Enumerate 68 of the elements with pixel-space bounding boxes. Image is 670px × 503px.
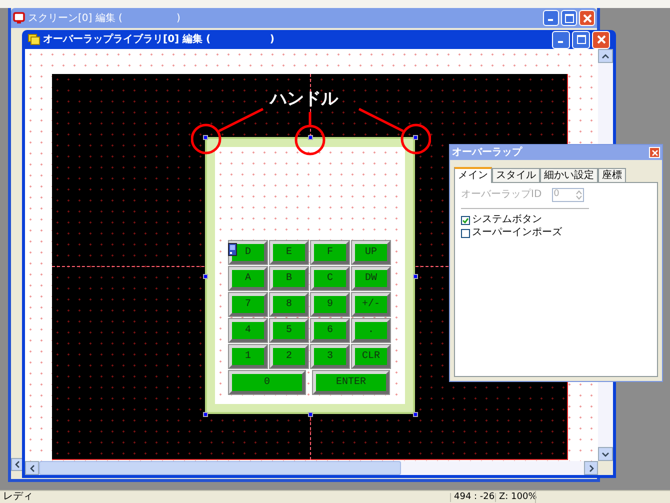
dialog-tab[interactable]: 座標 [598,168,626,182]
resize-handle[interactable] [308,412,313,417]
dialog-tab[interactable]: スタイル [492,168,540,182]
resize-handle[interactable] [308,135,313,140]
key-button[interactable]: E [270,241,308,264]
scroll-up-button[interactable] [598,49,613,63]
status-message: レディ [2,492,34,502]
resize-handle[interactable] [413,274,418,279]
maximize-icon [576,35,586,44]
key-button[interactable]: A [229,267,267,290]
key-button[interactable]: ENTER [313,371,389,394]
key-button[interactable]: 0 [229,371,305,394]
maximize-button[interactable] [572,30,590,48]
scroll-right-button[interactable] [584,461,598,475]
maximize-icon [564,14,574,22]
key-button[interactable]: 7 [229,293,267,316]
dialog-title: オーバーラップ [452,148,524,158]
key-button[interactable]: 4 [229,319,267,342]
resize-handle[interactable] [413,135,418,140]
scroll-thumb[interactable] [39,461,401,475]
field-label: オーバーラップID [461,188,542,202]
window-title: オーバーラップライブラリ[0] 編集 ( ) [43,32,276,47]
minimize-button[interactable] [543,10,559,26]
dialog-tab[interactable]: メイン [454,167,492,183]
size-grip[interactable] [598,461,613,475]
checkbox-label: システムボタン [472,215,542,225]
checkbox[interactable] [461,228,470,238]
key-button[interactable]: 5 [270,319,308,342]
dialog-tab[interactable]: 細かい設定 [540,168,598,182]
close-button[interactable] [649,147,660,158]
checkbox[interactable] [461,216,470,224]
cursor-coordinates: 494 : -26 [450,492,495,502]
resize-handle[interactable] [203,412,208,417]
scroll-down-button[interactable] [598,447,613,461]
minimize-button[interactable] [552,30,570,48]
memory-card-icon [228,243,237,256]
key-button[interactable]: 3 [311,345,349,368]
key-button[interactable]: 8 [270,293,308,316]
key-button[interactable]: B [270,267,308,290]
key-button[interactable]: C [311,267,349,290]
close-button[interactable] [579,10,595,26]
close-icon [596,35,606,44]
callout-label: ハンドル [270,91,338,108]
scroll-left-button[interactable] [11,458,23,471]
maximize-button[interactable] [561,10,577,26]
resize-handle[interactable] [413,412,418,417]
key-button[interactable]: CLR [352,345,390,368]
key-button[interactable]: UP [352,241,390,264]
key-button[interactable]: +/- [352,293,390,316]
key-button[interactable]: 2 [270,345,308,368]
key-button[interactable]: 6 [311,319,349,342]
scroll-left-button[interactable] [25,461,39,475]
resize-handle[interactable] [203,135,208,140]
key-button[interactable]: . [352,319,390,342]
monitor-icon [13,12,25,24]
zoom-level: Z: 100% [495,492,535,502]
key-button[interactable]: 9 [311,293,349,316]
close-icon [652,150,658,156]
folder-icon [28,34,40,45]
window-title: スクリーン[0] 編集 ( ) [28,12,182,26]
key-button[interactable]: F [311,241,349,264]
resize-handle[interactable] [203,274,208,279]
close-icon [582,14,592,22]
key-button[interactable]: DW [352,267,390,290]
checkbox-label: スーパーインポーズ [472,228,562,238]
spinner-icon [574,188,583,200]
close-button[interactable] [592,30,610,48]
key-button[interactable]: 1 [229,345,267,368]
